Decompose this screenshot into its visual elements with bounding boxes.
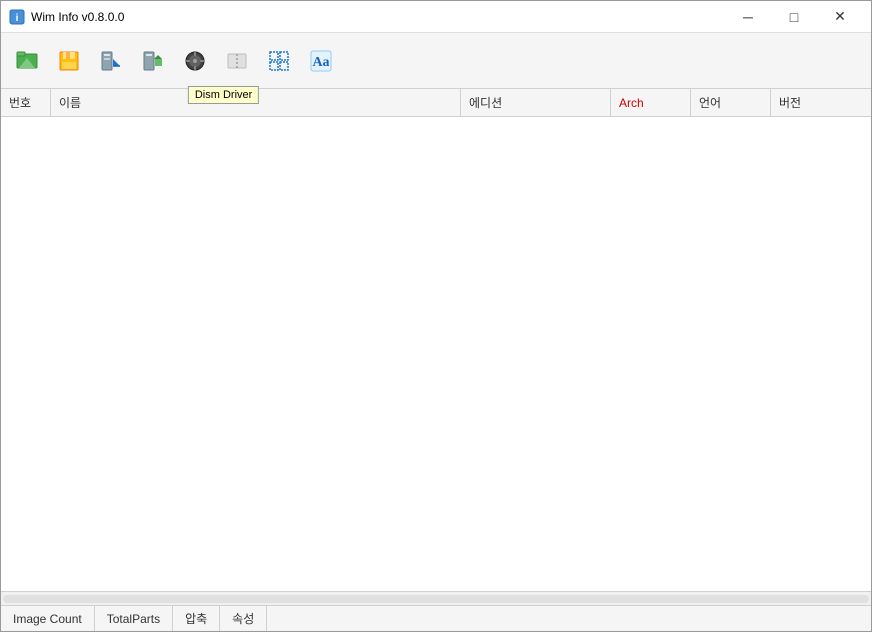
- column-version[interactable]: 버전: [771, 89, 871, 116]
- svg-text:i: i: [16, 13, 19, 24]
- column-name[interactable]: 이름: [51, 89, 461, 116]
- title-bar: i Wim Info v0.8.0.0 ─ □ ✕: [1, 1, 871, 33]
- font-icon: Aa: [309, 49, 333, 73]
- column-arch[interactable]: Arch: [611, 89, 691, 116]
- extract-icon: [99, 49, 123, 73]
- wim-split-button[interactable]: [217, 41, 257, 81]
- dism-driver-icon: [183, 49, 207, 73]
- minimize-button[interactable]: ─: [725, 1, 771, 33]
- app-icon: i: [9, 9, 25, 25]
- scrollbar-track[interactable]: [3, 595, 869, 603]
- extract-button[interactable]: [91, 41, 131, 81]
- status-image-count[interactable]: Image Count: [1, 606, 95, 631]
- dism-driver-button[interactable]: Dism Driver: [175, 41, 215, 81]
- column-num[interactable]: 번호: [1, 89, 51, 116]
- select-all-button[interactable]: [259, 41, 299, 81]
- export-icon: [141, 49, 165, 73]
- open-button[interactable]: [7, 41, 47, 81]
- window-controls: ─ □ ✕: [725, 1, 863, 33]
- column-edition[interactable]: 에디션: [461, 89, 611, 116]
- status-bar: Image Count TotalParts 압축 속성: [1, 605, 871, 631]
- export-button[interactable]: [133, 41, 173, 81]
- close-button[interactable]: ✕: [817, 1, 863, 33]
- save-icon: [57, 49, 81, 73]
- save-button[interactable]: [49, 41, 89, 81]
- table-header: 번호 이름 에디션 Arch 언어 버전: [1, 89, 871, 117]
- wim-split-icon: [225, 49, 249, 73]
- svg-text:Aa: Aa: [312, 55, 329, 70]
- status-total-parts[interactable]: TotalParts: [95, 606, 173, 631]
- horizontal-scrollbar[interactable]: [1, 591, 871, 605]
- status-properties[interactable]: 속성: [220, 606, 267, 631]
- select-all-icon: [267, 49, 291, 73]
- column-lang[interactable]: 언어: [691, 89, 771, 116]
- status-compress[interactable]: 압축: [173, 606, 220, 631]
- table-body[interactable]: [1, 117, 871, 591]
- maximize-button[interactable]: □: [771, 1, 817, 33]
- open-icon: [15, 49, 39, 73]
- main-window: i Wim Info v0.8.0.0 ─ □ ✕: [0, 0, 872, 632]
- window-title: Wim Info v0.8.0.0: [31, 10, 725, 24]
- font-button[interactable]: Aa: [301, 41, 341, 81]
- main-content: 번호 이름 에디션 Arch 언어 버전: [1, 89, 871, 605]
- toolbar: Dism Driver Aa: [1, 33, 871, 89]
